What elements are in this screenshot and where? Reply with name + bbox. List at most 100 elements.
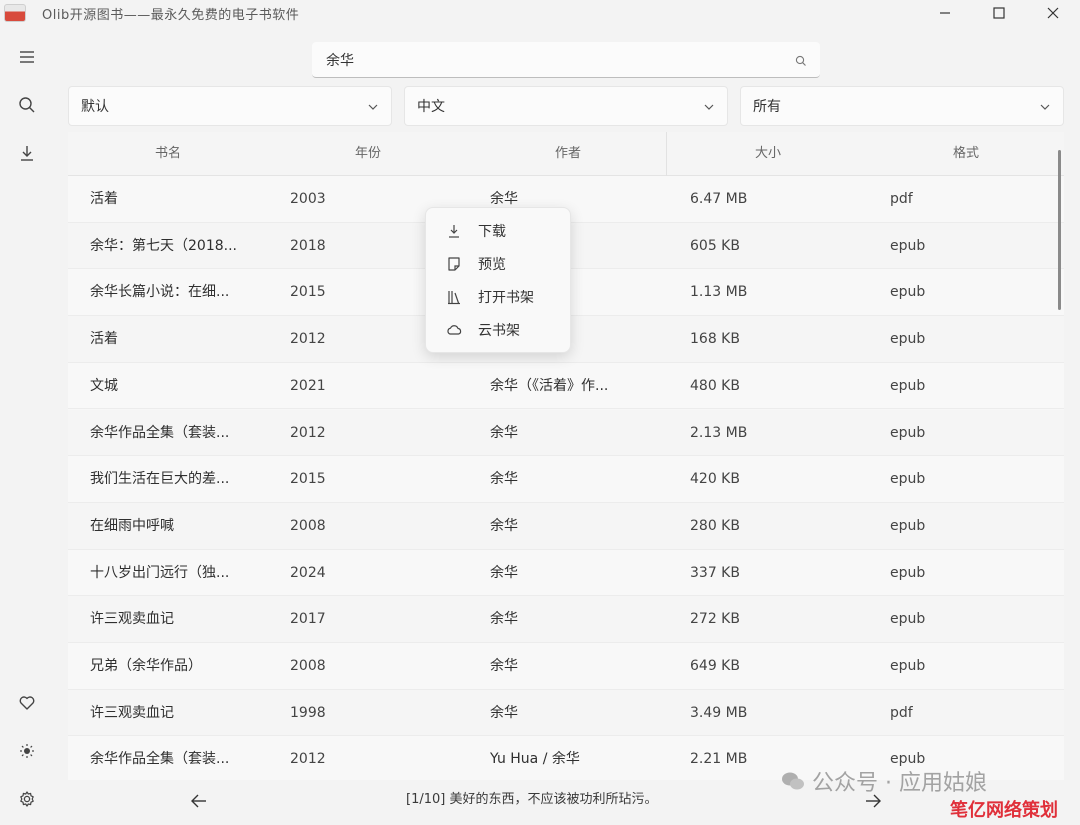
watermark-text: 公众号 · 应用姑娘 xyxy=(812,771,987,796)
context-menu-item-label: 打开书架 xyxy=(478,289,534,306)
bookshelf-icon xyxy=(448,290,460,304)
chevron-down-icon xyxy=(368,104,378,110)
cell-author: 余华 xyxy=(490,471,518,488)
column-header-author[interactable]: 作者 xyxy=(468,132,668,176)
cell-name: 余华作品全集（套装... xyxy=(90,751,230,768)
cell-format: epub xyxy=(890,658,926,674)
preview-icon xyxy=(448,256,460,271)
cell-size: 605 KB xyxy=(690,237,740,254)
table-scrollbar[interactable] xyxy=(1058,150,1061,310)
chevron-down-icon xyxy=(704,104,714,110)
column-header-year[interactable]: 年份 xyxy=(268,132,468,176)
table-row[interactable]: 十八岁出门远行（独... 2024 余华 337 KB epub xyxy=(68,549,1064,597)
sort-dropdown[interactable]: 默认 xyxy=(68,86,392,126)
cell-name: 许三观卖血记 xyxy=(90,611,174,628)
context-menu-item[interactable]: 下载 xyxy=(426,214,570,247)
column-header-size[interactable]: 大小 xyxy=(668,132,868,176)
cell-name: 余华：第七天（2018... xyxy=(90,237,237,254)
table-row[interactable]: 在细雨中呼喊 2008 余华 280 KB epub xyxy=(68,502,1064,550)
header-divider xyxy=(666,132,667,176)
cell-year: 2012 xyxy=(290,751,326,768)
cell-year: 2012 xyxy=(290,331,326,348)
context-menu-item[interactable]: 打开书架 xyxy=(426,280,570,313)
sun-icon xyxy=(20,744,34,758)
cell-format: pdf xyxy=(890,704,913,721)
cell-size: 480 KB xyxy=(690,377,740,394)
cell-author: 余华 xyxy=(490,424,518,441)
column-header-format[interactable]: 格式 xyxy=(868,132,1064,176)
search-box xyxy=(312,42,820,78)
sort-dropdown-value: 默认 xyxy=(81,99,109,115)
cell-format: epub xyxy=(890,517,926,534)
favorites-nav-button[interactable] xyxy=(12,688,42,718)
cell-size: 272 KB xyxy=(690,611,740,628)
downloads-nav-button[interactable] xyxy=(12,138,42,168)
cell-name: 余华长篇小说：在细... xyxy=(90,284,230,301)
cell-format: epub xyxy=(890,331,926,348)
cell-year: 2003 xyxy=(290,191,326,207)
settings-nav-button[interactable] xyxy=(12,784,42,814)
quote-text: [1/10] 美好的东西，不应该被功利所玷污。 xyxy=(406,792,658,807)
chevron-down-icon xyxy=(1040,104,1050,110)
search-icon xyxy=(795,55,806,66)
cell-format: epub xyxy=(890,237,926,254)
cell-format: epub xyxy=(890,377,926,394)
context-menu-item[interactable]: 云书架 xyxy=(426,313,570,346)
previous-quote-button[interactable] xyxy=(186,788,212,814)
cell-name: 兄弟（余华作品） xyxy=(90,658,202,674)
table-row[interactable]: 文城 2021 余华（《活着》作... 480 KB epub xyxy=(68,362,1064,410)
search-nav-button[interactable] xyxy=(12,90,42,120)
hamburger-menu-icon xyxy=(20,51,34,63)
table-row[interactable]: 兄弟（余华作品） 2008 余华 649 KB epub xyxy=(68,643,1064,690)
cell-name: 余华作品全集（套装... xyxy=(90,424,230,441)
wechat-icon xyxy=(782,772,804,790)
format-dropdown[interactable]: 所有 xyxy=(740,86,1064,126)
column-header-name[interactable]: 书名 xyxy=(68,132,268,176)
cell-size: 337 KB xyxy=(690,564,740,581)
cell-name: 在细雨中呼喊 xyxy=(90,517,174,534)
theme-toggle-button[interactable] xyxy=(12,736,42,766)
search-input[interactable] xyxy=(326,51,766,68)
table-row[interactable]: 许三观卖血记 1998 余华 3.49 MB pdf xyxy=(68,689,1064,737)
gear-icon xyxy=(20,791,34,807)
cell-format: epub xyxy=(890,424,926,441)
context-menu-item[interactable]: 预览 xyxy=(426,247,570,280)
search-submit-button[interactable] xyxy=(794,53,808,67)
cell-format: epub xyxy=(890,471,926,488)
download-icon xyxy=(21,146,33,161)
cell-author: 余华 xyxy=(490,564,518,581)
table-header: 书名 年份 作者 大小 格式 xyxy=(68,132,1064,176)
close-icon xyxy=(1047,7,1059,19)
cell-size: 649 KB xyxy=(690,658,740,674)
cell-author: 余华 xyxy=(490,517,518,534)
cell-size: 6.47 MB xyxy=(690,191,748,207)
maximize-button[interactable] xyxy=(972,0,1026,26)
watermark: 公众号 · 应用姑娘 xyxy=(780,764,1050,798)
close-button[interactable] xyxy=(1026,0,1080,26)
title-bar: Olib开源图书——最永久免费的电子书软件 xyxy=(0,0,1080,26)
table-row[interactable]: 我们生活在巨大的差... 2015 余华 420 KB epub xyxy=(68,456,1064,503)
cell-name: 我们生活在巨大的差... xyxy=(90,471,230,488)
cell-size: 2.13 MB xyxy=(690,424,748,441)
language-dropdown[interactable]: 中文 xyxy=(404,86,728,126)
table-row[interactable]: 许三观卖血记 2017 余华 272 KB epub xyxy=(68,596,1064,643)
cell-size: 1.13 MB xyxy=(690,284,748,301)
table-row[interactable]: 余华作品全集（套装... 2012 余华 2.13 MB epub xyxy=(68,409,1064,457)
context-menu-item-label: 云书架 xyxy=(478,322,520,339)
cell-year: 1998 xyxy=(290,704,326,721)
cell-format: epub xyxy=(890,284,926,301)
cloud-icon xyxy=(447,324,462,335)
context-menu-item-label: 下载 xyxy=(478,223,506,240)
cell-author: 余华 xyxy=(490,611,518,628)
cell-year: 2017 xyxy=(290,611,326,628)
cell-size: 280 KB xyxy=(690,517,740,534)
menu-button[interactable] xyxy=(12,42,42,72)
minimize-button[interactable] xyxy=(918,0,972,26)
format-dropdown-value: 所有 xyxy=(753,99,781,115)
app-logo-icon xyxy=(4,4,26,22)
window-title: Olib开源图书——最永久免费的电子书软件 xyxy=(42,7,300,23)
cell-author: 余华 xyxy=(490,658,518,674)
heart-icon xyxy=(19,696,35,710)
cell-format: epub xyxy=(890,564,926,581)
cell-size: 3.49 MB xyxy=(690,704,748,721)
